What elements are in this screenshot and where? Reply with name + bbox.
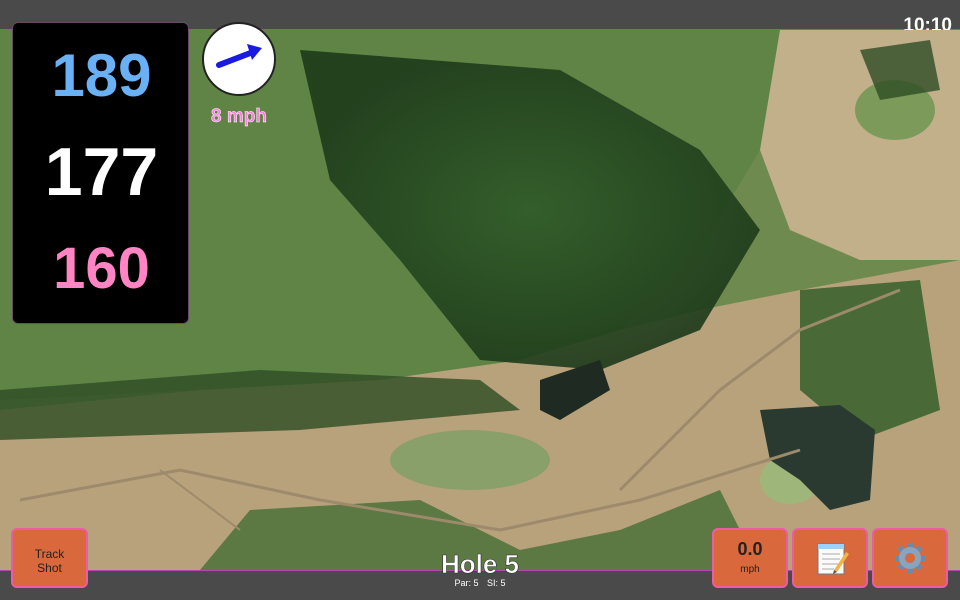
par-label: Par: 5 bbox=[454, 578, 479, 588]
hole-meta: Par: 5 SI: 5 bbox=[380, 578, 580, 588]
middle-yardage: 177 bbox=[44, 134, 159, 210]
wind-speed-label: 8 mph bbox=[211, 106, 267, 128]
wind-direction-dial bbox=[202, 22, 276, 96]
front-yardage: 160 bbox=[53, 236, 150, 301]
speed-value: 0.0 bbox=[737, 539, 763, 559]
speed-button[interactable]: 0.0 mph bbox=[712, 528, 788, 588]
yardage-panel: 189 177 160 bbox=[12, 22, 189, 324]
settings-button[interactable] bbox=[872, 528, 948, 588]
track-shot-label-line2: Shot bbox=[37, 561, 62, 575]
speed-unit: mph bbox=[740, 564, 760, 575]
notepad-icon bbox=[817, 543, 849, 575]
gear-icon bbox=[895, 543, 925, 573]
si-label: SI: 5 bbox=[487, 578, 506, 588]
back-yardage: 189 bbox=[51, 42, 152, 109]
track-shot-button[interactable]: Track Shot bbox=[11, 528, 88, 588]
track-shot-label-line1: Track bbox=[34, 547, 65, 561]
arrow-right-up-icon bbox=[216, 44, 262, 68]
hole-title: Hole 5 bbox=[440, 549, 520, 580]
notes-button[interactable] bbox=[792, 528, 868, 588]
